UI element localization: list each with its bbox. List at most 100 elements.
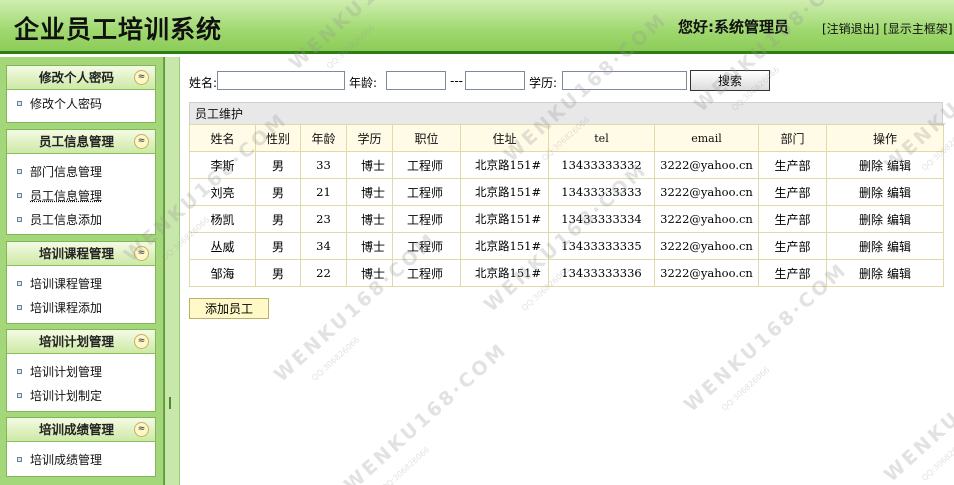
panel-title: 员工维护 [189,102,943,124]
table-header-row: 姓名 性别 年龄 学历 职位 住址 tel email 部门 操作 [189,124,944,152]
logout-link[interactable]: [注销退出] [822,22,879,36]
bullet-icon [17,169,22,174]
employee-panel: 员工维护 姓名 性别 年龄 学历 职位 住址 tel email 部门 操作 李… [189,102,944,287]
menu-head-plan[interactable]: 培训计划管理 ≈ [7,330,155,354]
menu-head-label: 培训成绩管理 [39,422,115,437]
column-header: 操作 [826,124,944,152]
menu-head-employee[interactable]: 员工信息管理 ≈ [7,130,155,154]
menu-head-course[interactable]: 培训课程管理 ≈ [7,242,155,266]
app-title: 企业员工培训系统 [14,15,223,44]
collapse-icon[interactable]: ≈ [134,134,149,149]
column-header: 部门 [758,124,827,152]
menu-group-course: 培训课程管理 ≈ 培训课程管理 培训课程添加 [6,241,156,324]
table-row: 邹海男 22 博士 工程师 北京路151# 13433333336 3222@yahoo.c… [189,259,944,287]
edit-link[interactable]: 编辑 [887,267,911,281]
collapse-icon[interactable]: ≈ [134,334,149,349]
delete-link[interactable]: 删除 [859,159,883,173]
delete-link[interactable]: 删除 [859,213,883,227]
table-cell: 博士 [346,178,393,206]
table-cell: 男 [255,259,301,287]
menu-head-label: 员工信息管理 [39,134,115,149]
table-cell: 13433333334 [548,205,655,233]
table-cell: 34 [300,232,347,260]
menu-group-employee: 员工信息管理 ≈ 部门信息管理 员工信息管理 员工信息添加 [6,129,156,235]
column-header: 姓名 [189,124,256,152]
bullet-icon [17,393,22,398]
table-cell: 北京路151# [460,259,549,287]
splitter-handle-icon[interactable] [169,397,175,409]
table-cell: 13433333335 [548,232,655,260]
table-row: 丛威男 34 博士 工程师 北京路151# 13433333335 3222@yahoo.c… [189,232,944,260]
row-actions: 删除 编辑 [826,232,944,260]
row-actions: 删除 编辑 [826,151,944,179]
sidebar-splitter[interactable] [164,57,180,485]
column-header: email [654,124,759,152]
table-row: 杨凯男 23 博士 工程师 北京路151# 13433333334 3222@yahoo.c… [189,205,944,233]
sidebar-item-employee-manage[interactable]: 员工信息管理 [7,184,155,208]
column-header: 年龄 [300,124,347,152]
sidebar: 修改个人密码 ≈ 修改个人密码 员工信息管理 ≈ 部门信息管理 员工信息管理 员… [0,57,164,485]
table-cell: 13433333332 [548,151,655,179]
row-actions: 删除 编辑 [826,259,944,287]
table-cell: 工程师 [392,178,461,206]
table-cell: 3222@yahoo.cn [654,205,759,233]
menu-group-password: 修改个人密码 ≈ 修改个人密码 [6,65,156,123]
table-cell: 生产部 [758,178,827,206]
sidebar-item-course-manage[interactable]: 培训课程管理 [7,272,155,296]
header-links: [注销退出] [显示主框架] [822,20,953,37]
age-min-input[interactable] [386,71,446,90]
menu-head-label: 培训计划管理 [39,334,115,349]
table-cell: 33 [300,151,347,179]
name-search-input[interactable] [217,71,345,90]
table-cell: 男 [255,151,301,179]
sidebar-item-change-password[interactable]: 修改个人密码 [7,92,155,116]
search-button[interactable]: 搜索 [690,70,770,91]
row-actions: 删除 编辑 [826,205,944,233]
delete-link[interactable]: 删除 [859,186,883,200]
bullet-icon [17,101,22,106]
sidebar-item-plan-create[interactable]: 培训计划制定 [7,384,155,408]
menu-head-password[interactable]: 修改个人密码 ≈ [7,66,155,90]
table-cell: 3222@yahoo.cn [654,259,759,287]
sidebar-item-plan-manage[interactable]: 培训计划管理 [7,360,155,384]
table-cell: 刘亮 [189,178,256,206]
column-header: 学历 [346,124,393,152]
table-cell: 3222@yahoo.cn [654,232,759,260]
table-row: 刘亮男 21 博士 工程师 北京路151# 13433333333 3222@yahoo.c… [189,178,944,206]
collapse-icon[interactable]: ≈ [134,246,149,261]
collapse-icon[interactable]: ≈ [134,70,149,85]
table-cell: 生产部 [758,205,827,233]
employee-table: 姓名 性别 年龄 学历 职位 住址 tel email 部门 操作 李斯男 33 博… [189,124,944,287]
edit-link[interactable]: 编辑 [887,186,911,200]
table-cell: 工程师 [392,259,461,287]
collapse-icon[interactable]: ≈ [134,422,149,437]
table-cell: 生产部 [758,259,827,287]
bullet-icon [17,457,22,462]
sidebar-item-course-add[interactable]: 培训课程添加 [7,296,155,320]
table-cell: 博士 [346,151,393,179]
menu-head-score[interactable]: 培训成绩管理 ≈ [7,418,155,442]
table-cell: 博士 [346,232,393,260]
table-cell: 13433333336 [548,259,655,287]
table-cell: 男 [255,205,301,233]
table-cell: 邹海 [189,259,256,287]
add-employee-button[interactable]: 添加员工 [189,298,269,319]
edit-link[interactable]: 编辑 [887,240,911,254]
education-search-input[interactable] [562,71,687,90]
table-cell: 工程师 [392,232,461,260]
edit-link[interactable]: 编辑 [887,213,911,227]
age-max-input[interactable] [465,71,525,90]
edit-link[interactable]: 编辑 [887,159,911,173]
bullet-icon [17,369,22,374]
delete-link[interactable]: 删除 [859,267,883,281]
education-label: 学历: [529,76,558,90]
bullet-icon [17,193,22,198]
show-main-frame-link[interactable]: [显示主框架] [883,22,952,36]
main-content: 姓名: 年龄: --- 学历: 搜索 员工维护 姓名 性别 年龄 学历 职位 住… [182,57,954,485]
sidebar-item-score-manage[interactable]: 培训成绩管理 [7,448,155,472]
sidebar-item-employee-add[interactable]: 员工信息添加 [7,208,155,232]
delete-link[interactable]: 删除 [859,240,883,254]
name-label: 姓名: [189,76,218,90]
sidebar-item-department[interactable]: 部门信息管理 [7,160,155,184]
column-header: tel [548,124,655,152]
